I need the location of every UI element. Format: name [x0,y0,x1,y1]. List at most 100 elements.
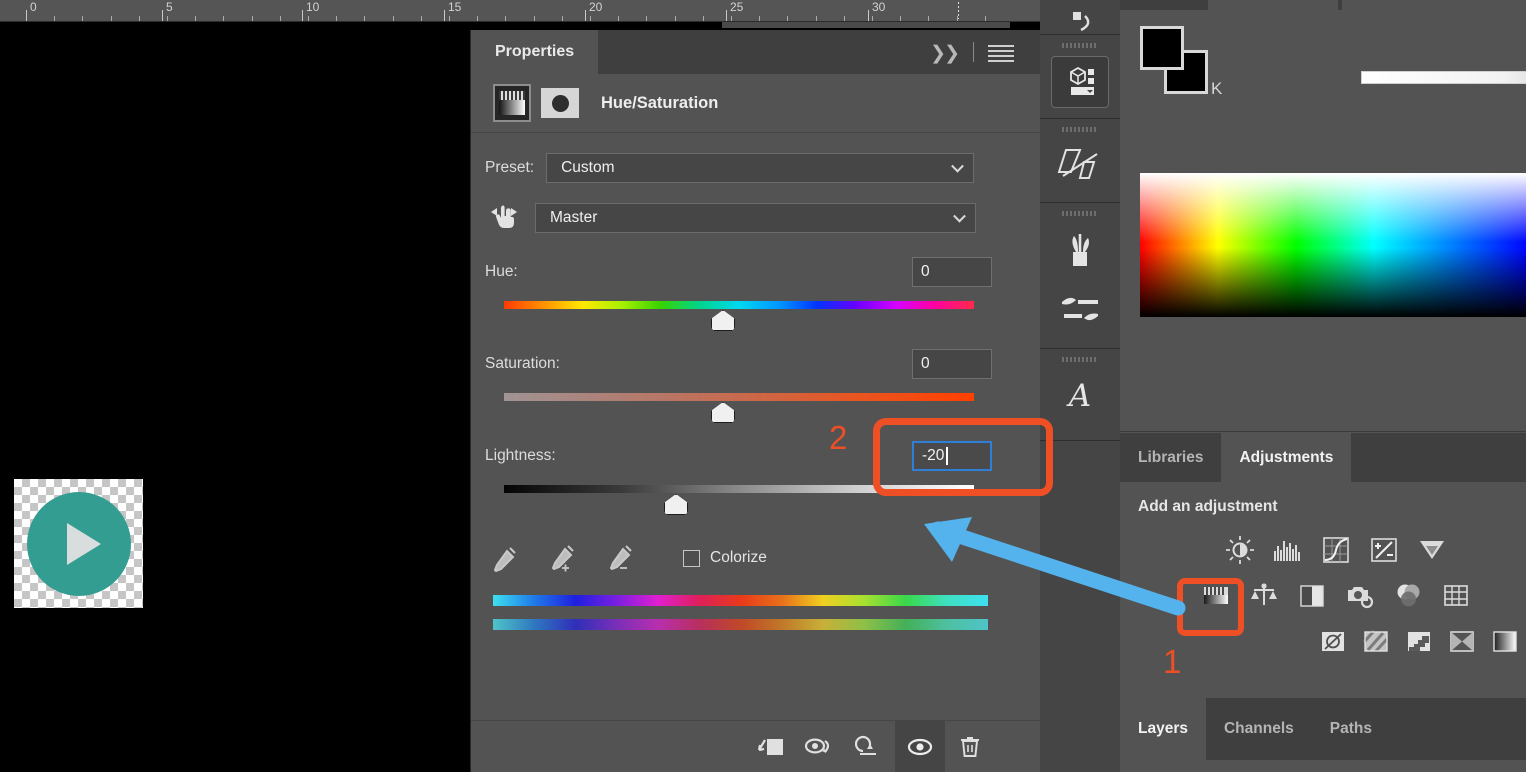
on-image-adjustment-hand-icon[interactable] [485,201,531,235]
page-title: Hue/Saturation [601,93,719,112]
toggle-preview-button[interactable] [795,721,845,772]
character-styles-icon[interactable]: A [1051,370,1109,422]
tab-paths[interactable]: Paths [1312,698,1390,760]
color-balance-icon[interactable] [1240,576,1288,616]
ruler-minor-tick [872,16,873,21]
saturation-label: Saturation: [485,355,560,372]
clip-to-layer-button[interactable] [745,721,795,772]
preset-row: Preset: Custom [471,153,1040,183]
play-button-overlay[interactable] [14,479,143,608]
selective-color-icon[interactable] [1440,622,1483,662]
curves-icon[interactable] [1312,530,1360,570]
lightness-value-field[interactable]: -20 [912,441,992,471]
chevron-down-icon [953,209,966,223]
3d-properties-icon[interactable] [1051,56,1109,108]
tab-libraries[interactable]: Libraries [1120,433,1221,482]
posterize-icon[interactable] [1355,622,1398,662]
preset-select[interactable]: Custom [546,153,975,183]
color-panel: K [1120,0,1526,432]
exposure-icon[interactable] [1360,530,1408,570]
hue-slider-thumb[interactable] [711,310,733,329]
horizontal-ruler[interactable]: 0 5 10 15 20 25 30 [0,0,1010,22]
gradient-map-icon[interactable] [1483,622,1526,662]
tab-layers[interactable]: Layers [1120,698,1206,760]
ruler-minor-tick [646,16,647,21]
adjustment-layer-thumbnail[interactable] [493,84,531,122]
tabbar-empty-area [618,30,1040,74]
properties-header: Hue/Saturation [471,74,1040,133]
levels-icon[interactable] [1264,530,1312,570]
tab-properties-label: Properties [495,43,575,60]
ruler-minor-tick [449,16,450,21]
invert-icon[interactable] [1312,622,1355,662]
tab-paths-label: Paths [1329,720,1372,737]
layer-mask-thumbnail[interactable] [541,88,579,118]
foreground-color-swatch[interactable] [1140,26,1184,70]
tab-adjustments[interactable]: Adjustments [1221,433,1352,482]
black-white-icon[interactable] [1288,576,1336,616]
expand-panels-icon[interactable]: ❯❯ [930,42,960,65]
eyedropper-icon[interactable] [485,541,523,575]
add-adjustment-heading: Add an adjustment [1138,498,1278,515]
visibility-eye-button[interactable] [895,720,945,772]
saturation-slider-track[interactable] [504,393,974,401]
panel-grip[interactable] [1062,211,1098,216]
colorize-checkbox-row[interactable]: Colorize [683,549,767,567]
hue-slider[interactable] [485,301,1040,327]
transform-skew-icon[interactable] [1051,140,1109,192]
hue-value-field[interactable]: 0 [912,257,992,287]
ruler-minor-tick [928,16,929,21]
spectrum-bar-input[interactable] [493,595,988,606]
collapsed-panel-dock: A [1040,0,1120,772]
ruler-minor-tick [562,16,563,21]
panel-grip[interactable] [1062,357,1098,362]
ruler-label: 30 [872,0,886,14]
colorize-checkbox[interactable] [683,549,700,567]
ruler-minor-tick [675,16,676,21]
vibrance-icon[interactable] [1408,530,1456,570]
ruler-major-tick [726,10,727,21]
ruler-minor-tick [844,16,845,21]
panel-grip[interactable] [1062,127,1098,132]
layers-panel: Layers Channels Paths [1120,698,1526,772]
channel-select[interactable]: Master [535,203,976,233]
panel-menu-icon[interactable] [988,45,1014,62]
saturation-value-field[interactable]: 0 [912,349,992,379]
ruler-minor-tick [618,16,619,21]
color-spectrum-field[interactable] [1140,173,1526,317]
eyedropper-add-icon[interactable] [543,541,581,575]
brush-settings-icon[interactable] [1051,282,1109,334]
lightness-slider[interactable] [485,485,1040,511]
eyedropper-subtract-icon[interactable] [601,541,639,575]
hue-saturation-icon[interactable] [1192,576,1240,616]
ruler-minor-tick [139,16,140,21]
hue-slider-track[interactable] [504,301,974,309]
lightness-slider-track[interactable] [504,485,974,493]
saturation-slider[interactable] [485,393,1040,419]
ruler-minor-tick [985,16,986,21]
ruler-minor-tick [816,16,817,21]
panel-grip[interactable] [1062,43,1098,48]
channel-mixer-icon[interactable] [1384,576,1432,616]
lightness-slider-thumb[interactable] [664,494,686,513]
photo-filter-icon[interactable] [1336,576,1384,616]
play-circle [26,491,131,596]
ruler-major-tick [444,10,445,21]
ruler-corner [1010,0,1040,22]
threshold-icon[interactable] [1398,622,1441,662]
preset-value: Custom [561,159,615,176]
tab-properties[interactable]: Properties [471,30,599,74]
saturation-slider-thumb[interactable] [711,402,733,421]
brightness-contrast-icon[interactable] [1216,530,1264,570]
color-lookup-icon[interactable] [1432,576,1480,616]
annotation-step-2: 2 [829,419,848,456]
adjustment-row-1 [1120,530,1526,570]
brush-presets-icon[interactable] [1051,224,1109,276]
eyedropper-row: Colorize [471,541,1040,575]
tab-channels[interactable]: Channels [1206,698,1312,760]
reset-button[interactable] [845,721,895,772]
dock-group-3d [1040,35,1120,119]
delete-button[interactable] [945,721,995,772]
spectrum-bar-output[interactable] [493,619,988,630]
k-channel-slider[interactable] [1361,71,1526,84]
